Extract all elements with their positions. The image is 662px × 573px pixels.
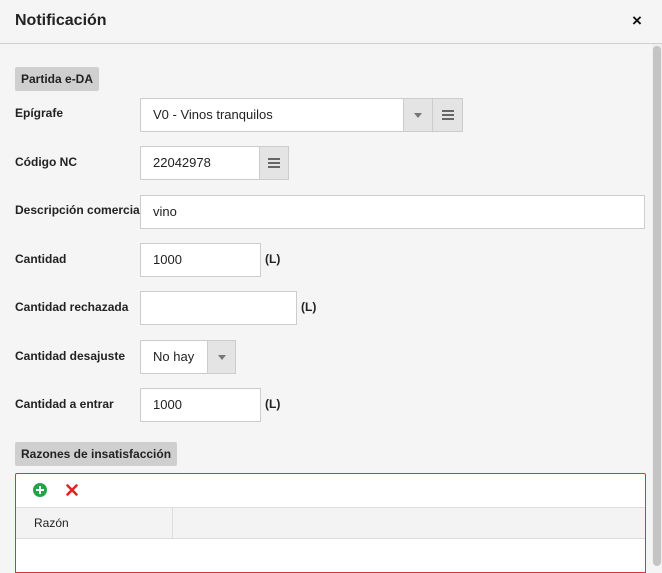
cantidad-desajuste-select[interactable]: No hay bbox=[140, 340, 208, 374]
cantidad-rechazada-input[interactable] bbox=[140, 291, 297, 325]
cantidad-entrar-input[interactable]: 1000 bbox=[140, 388, 261, 422]
delete-icon[interactable] bbox=[64, 482, 80, 498]
cantidad-desajuste-dropdown-button[interactable] bbox=[207, 340, 236, 374]
descripcion-input[interactable]: vino bbox=[140, 195, 645, 229]
epigrafe-dropdown-button[interactable] bbox=[403, 98, 433, 132]
add-icon[interactable] bbox=[32, 482, 48, 498]
razones-grid: Razón bbox=[15, 473, 646, 573]
list-icon bbox=[268, 158, 280, 168]
chevron-down-icon bbox=[217, 354, 226, 360]
cantidad-label: Cantidad bbox=[15, 252, 67, 266]
epigrafe-list-button[interactable] bbox=[432, 98, 463, 132]
scroll-thumb[interactable] bbox=[653, 46, 661, 566]
close-icon[interactable]: × bbox=[628, 11, 646, 31]
cantidad-input[interactable]: 1000 bbox=[140, 243, 261, 277]
column-divider bbox=[172, 508, 173, 538]
section-razones: Razones de insatisfacción bbox=[15, 442, 178, 466]
cantidad-entrar-label: Cantidad a entrar bbox=[15, 397, 114, 411]
codigo-nc-label: Código NC bbox=[15, 155, 77, 169]
grid-header: Razón bbox=[16, 507, 645, 539]
codigo-nc-input[interactable]: 22042978 bbox=[140, 146, 260, 180]
epigrafe-label: Epígrafe bbox=[15, 106, 64, 120]
list-icon bbox=[441, 110, 454, 120]
column-header-empty bbox=[176, 508, 636, 538]
cantidad-rechazada-label: Cantidad rechazada bbox=[15, 300, 129, 314]
column-header-razon[interactable]: Razón bbox=[34, 508, 172, 538]
chevron-down-icon bbox=[414, 112, 422, 118]
cantidad-entrar-unit: (L) bbox=[265, 397, 281, 411]
cantidad-rechazada-unit: (L) bbox=[301, 300, 317, 314]
cantidad-unit: (L) bbox=[265, 252, 281, 266]
section-partida-eda: Partida e-DA bbox=[15, 67, 100, 91]
epigrafe-select[interactable]: V0 - Vinos tranquilos bbox=[140, 98, 404, 132]
descripcion-label: Descripción comercial bbox=[15, 203, 144, 217]
cantidad-desajuste-label: Cantidad desajuste bbox=[15, 349, 126, 363]
dialog-header: Notificación × bbox=[0, 0, 662, 44]
scrollbar[interactable] bbox=[652, 44, 662, 566]
dialog-title: Notificación bbox=[15, 12, 107, 29]
codigo-nc-list-button[interactable] bbox=[259, 146, 289, 180]
